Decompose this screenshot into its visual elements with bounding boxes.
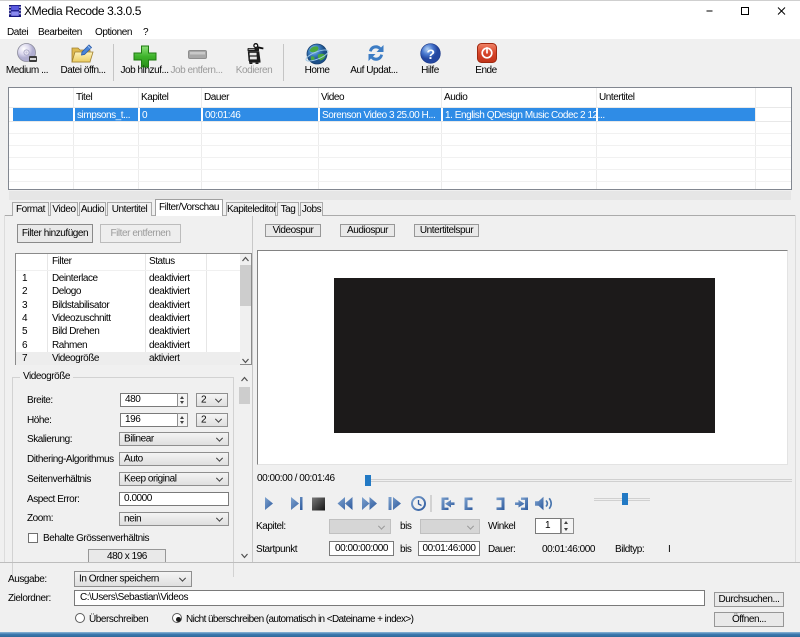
- svg-text:?: ?: [426, 46, 434, 62]
